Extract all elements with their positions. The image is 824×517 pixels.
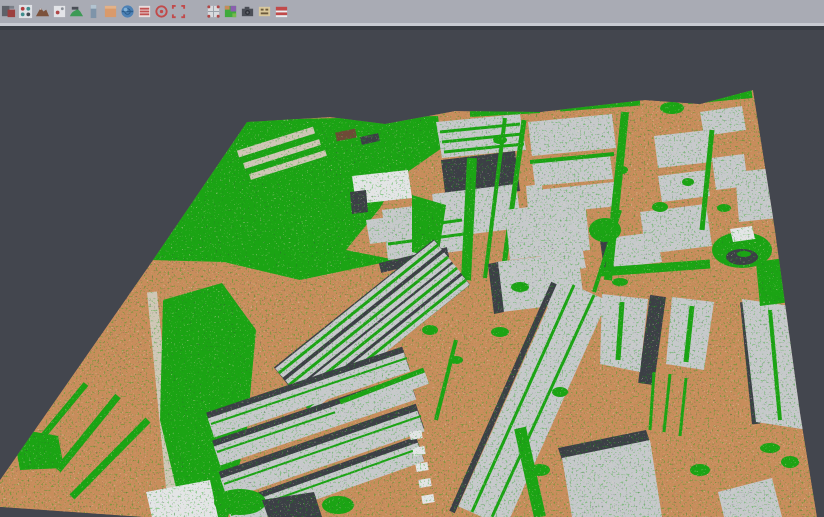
app-chrome — [0, 0, 824, 30]
camera-icon[interactable] — [240, 4, 255, 19]
points-icon[interactable] — [18, 4, 33, 19]
toolbar-separator — [188, 4, 206, 19]
grid-red-icon[interactable] — [206, 4, 221, 19]
layers-red-icon[interactable] — [137, 4, 152, 19]
mountain-icon[interactable] — [35, 4, 50, 19]
toolbar — [0, 0, 824, 23]
classification-icon[interactable] — [223, 4, 238, 19]
target-red-icon[interactable] — [154, 4, 169, 19]
dot-grid-icon[interactable] — [52, 4, 67, 19]
terrain-icon[interactable] — [69, 4, 84, 19]
selection-red-icon[interactable] — [171, 4, 186, 19]
point-cloud-render[interactable] — [0, 0, 824, 517]
flag-red-icon[interactable] — [274, 4, 289, 19]
orange-square-icon[interactable] — [103, 4, 118, 19]
cube-icon[interactable] — [1, 4, 16, 19]
app-window — [0, 0, 824, 517]
globe-icon[interactable] — [120, 4, 135, 19]
tag-yellow-icon[interactable] — [257, 4, 272, 19]
column-icon[interactable] — [86, 4, 101, 19]
toolbar-shadow-line — [0, 26, 824, 30]
